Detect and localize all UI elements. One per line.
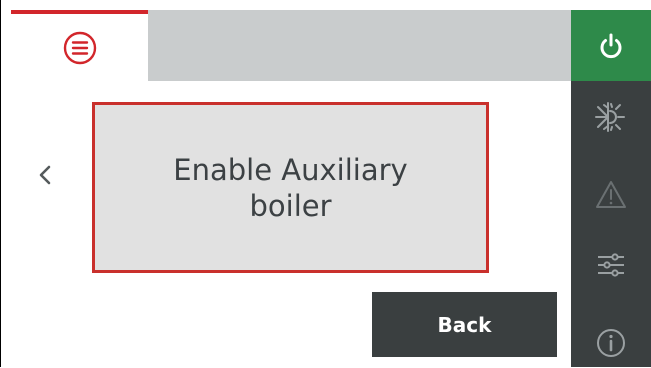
power-icon: [600, 33, 622, 58]
sidebar-item-mode[interactable]: [571, 90, 651, 144]
sidebar-item-info[interactable]: [571, 318, 651, 368]
screen: Enable Auxiliary boiler Back: [0, 0, 651, 367]
message-text: Enable Auxiliary boiler: [173, 152, 408, 223]
info-icon: [597, 329, 625, 357]
top-status-bar: [148, 10, 571, 81]
settings-sliders-icon: [598, 253, 624, 277]
back-button[interactable]: Back: [372, 292, 557, 357]
heat-cool-mode-icon: [595, 102, 625, 132]
previous-screen-button[interactable]: [30, 158, 60, 192]
warning-icon: [596, 181, 626, 208]
hamburger-menu-icon[interactable]: [62, 30, 98, 66]
screen-edge: [0, 0, 1, 367]
menu-tab[interactable]: [11, 10, 148, 81]
message-panel: Enable Auxiliary boiler: [92, 102, 489, 273]
chevron-left-icon: [39, 165, 51, 185]
sidebar: [571, 10, 651, 367]
sidebar-item-power[interactable]: [571, 10, 651, 81]
sidebar-item-settings[interactable]: [571, 240, 651, 290]
sidebar-item-alarms[interactable]: [571, 170, 651, 220]
